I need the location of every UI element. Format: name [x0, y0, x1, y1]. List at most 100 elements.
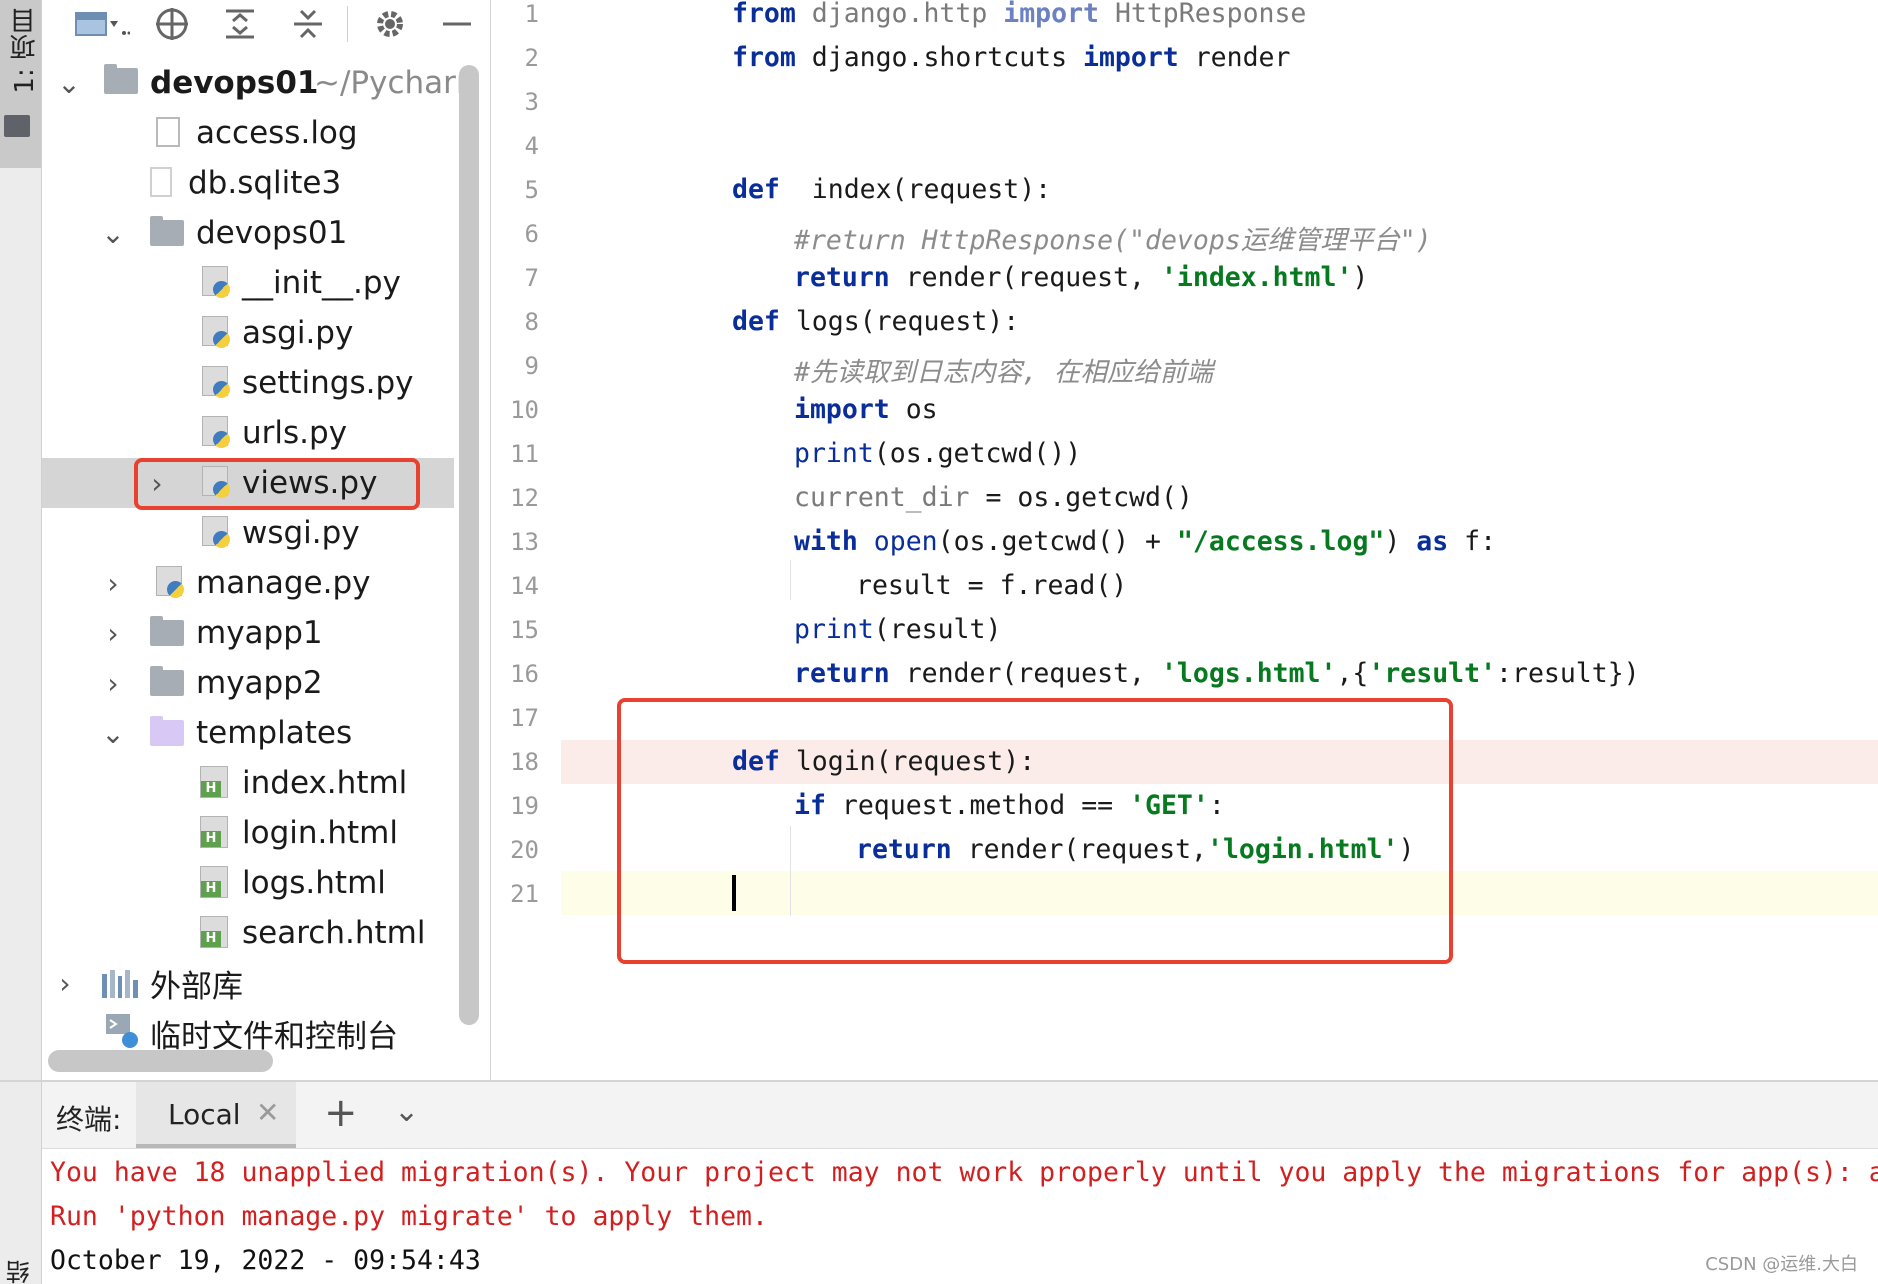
- gear-icon[interactable]: [370, 6, 410, 42]
- project-toolbar: [42, 0, 490, 50]
- tree-item-python-file[interactable]: asgi.py: [42, 308, 452, 358]
- tree-item-folder[interactable]: › myapp2: [42, 658, 452, 708]
- chevron-right-icon[interactable]: ›: [100, 667, 126, 700]
- code-line: current_dir = os.getcwd(): [794, 482, 1193, 513]
- terminal-line: You have 18 unapplied migration(s). Your…: [50, 1157, 1878, 1188]
- line-number: 10: [510, 396, 539, 424]
- code-line: import os: [794, 394, 938, 425]
- folder-icon: [150, 216, 184, 246]
- watermark: CSDN @运维.大白: [1705, 1254, 1858, 1275]
- tree-item-label: myapp2: [196, 665, 323, 701]
- html-file-icon: H: [200, 816, 228, 848]
- tree-item-folder[interactable]: › myapp1: [42, 608, 452, 658]
- line-number: 7: [524, 264, 539, 292]
- line-number: 14: [510, 572, 539, 600]
- project-tool-tab[interactable]: 1: 项目: [0, 0, 41, 168]
- view-selector-icon[interactable]: [72, 6, 132, 42]
- project-panel: ⌄ devops01 ~/Pycharı access.log db.sqlit…: [42, 0, 491, 1080]
- locate-icon[interactable]: [152, 6, 192, 42]
- template-folder-icon: [150, 716, 184, 746]
- tree-item-label: devops01: [150, 65, 319, 101]
- line-number: 18: [510, 748, 539, 776]
- html-file-icon: H: [200, 866, 228, 898]
- tree-item-label: wsgi.py: [242, 515, 360, 551]
- tree-item-label: logs.html: [242, 865, 386, 901]
- scratches-console-icon: [104, 1012, 140, 1048]
- chevron-right-icon[interactable]: ›: [100, 567, 126, 600]
- code-line: print(result): [794, 614, 1002, 645]
- chevron-down-icon[interactable]: ⌄: [100, 217, 126, 250]
- code-line: with open(os.getcwd() + "/access.log") a…: [794, 526, 1497, 557]
- tree-item-python-file[interactable]: urls.py: [42, 408, 452, 458]
- terminal-tab-local[interactable]: Local ✕: [136, 1082, 296, 1148]
- chevron-down-icon[interactable]: ⌄: [394, 1094, 419, 1129]
- chevron-down-icon[interactable]: ⌄: [56, 67, 82, 100]
- tree-item-python-file[interactable]: wsgi.py: [42, 508, 452, 558]
- tree-item-folder[interactable]: ⌄ devops01: [42, 208, 452, 258]
- tree-item-label: db.sqlite3: [188, 165, 342, 201]
- terminal-tab-label: Local: [168, 1098, 241, 1131]
- close-icon[interactable]: ✕: [256, 1096, 279, 1129]
- chevron-down-icon[interactable]: ⌄: [100, 717, 126, 750]
- tree-item-html-file[interactable]: H logs.html: [42, 858, 452, 908]
- folder-icon: [150, 616, 184, 646]
- code-line: def logs(request):: [732, 306, 1020, 337]
- tree-item-label: __init__.py: [242, 265, 401, 301]
- tree-item-label: search.html: [242, 915, 426, 951]
- collapse-all-icon[interactable]: [288, 6, 328, 42]
- chevron-right-icon[interactable]: ›: [100, 617, 126, 650]
- terminal-output[interactable]: You have 18 unapplied migration(s). Your…: [42, 1149, 1878, 1284]
- tree-item-python-file[interactable]: __init__.py: [42, 258, 452, 308]
- code-line: return render(request, 'index.html'): [794, 262, 1369, 293]
- tree-item-label: 临时文件和控制台: [150, 1018, 398, 1055]
- tree-item-python-file[interactable]: › manage.py: [42, 558, 452, 608]
- code-line: def index(request):: [732, 174, 1052, 205]
- hide-panel-icon[interactable]: [437, 6, 477, 42]
- tree-item-python-file[interactable]: settings.py: [42, 358, 452, 408]
- annotation-highlight-box: [617, 698, 1453, 964]
- tree-item-label: myapp1: [196, 615, 323, 651]
- code-line: #先读取到日志内容, 在相应给前端: [794, 357, 1213, 388]
- line-number: 15: [510, 616, 539, 644]
- tree-item-label: login.html: [242, 815, 398, 851]
- tree-item-file[interactable]: access.log: [42, 108, 452, 158]
- folder-icon: [150, 666, 184, 696]
- chevron-right-icon[interactable]: ›: [52, 967, 78, 1000]
- terminal-line: Run 'python manage.py migrate' to apply …: [50, 1201, 768, 1232]
- tree-item-folder[interactable]: ⌄ templates: [42, 708, 452, 758]
- python-file-icon: [202, 516, 230, 548]
- line-number: 20: [510, 836, 539, 864]
- tree-item-project-root[interactable]: ⌄ devops01 ~/Pycharı: [42, 58, 465, 108]
- tree-item-label: 外部库: [150, 968, 243, 1005]
- html-file-icon: H: [200, 916, 228, 948]
- line-number: 21: [510, 880, 539, 908]
- annotation-highlight-box: [134, 458, 420, 510]
- code-editor[interactable]: 1 2 3 4 5 6 7 8 9 10 11 12 13 14 15 16 1…: [491, 0, 1878, 1080]
- terminal-header: 终端: Local ✕ + ⌄: [42, 1082, 1878, 1149]
- folder-icon: [4, 115, 30, 137]
- line-number: 4: [524, 132, 539, 160]
- tree-item-html-file[interactable]: H search.html: [42, 908, 452, 958]
- expand-all-icon[interactable]: [220, 6, 260, 42]
- tree-item-file[interactable]: db.sqlite3: [42, 158, 452, 208]
- code-line: from django.http import HttpResponse: [732, 0, 1307, 29]
- project-horizontal-scrollbar[interactable]: [48, 1050, 273, 1072]
- line-number: 11: [510, 440, 539, 468]
- tree-item-external-libraries[interactable]: › 外部库: [42, 958, 452, 1008]
- line-number-gutter: 1 2 3 4 5 6 7 8 9 10 11 12 13 14 15 16 1…: [491, 0, 561, 1080]
- python-file-icon: [202, 366, 230, 398]
- line-number: 3: [524, 88, 539, 116]
- code-line: result = f.read(): [856, 570, 1128, 601]
- python-file-icon: [202, 316, 230, 348]
- add-icon[interactable]: +: [324, 1090, 358, 1136]
- project-vertical-scrollbar[interactable]: [459, 65, 479, 1025]
- tree-item-html-file[interactable]: H index.html: [42, 758, 452, 808]
- code-line: #return HttpResponse("devops运维管理平台"): [794, 225, 1432, 256]
- tree-item-label: manage.py: [196, 565, 371, 601]
- line-number: 5: [524, 176, 539, 204]
- tree-item-label: templates: [196, 715, 353, 751]
- indent-guide: [790, 560, 791, 600]
- tree-item-html-file[interactable]: H login.html: [42, 808, 452, 858]
- tree-item-label: asgi.py: [242, 315, 354, 351]
- tree-item-label: devops01: [196, 215, 348, 251]
